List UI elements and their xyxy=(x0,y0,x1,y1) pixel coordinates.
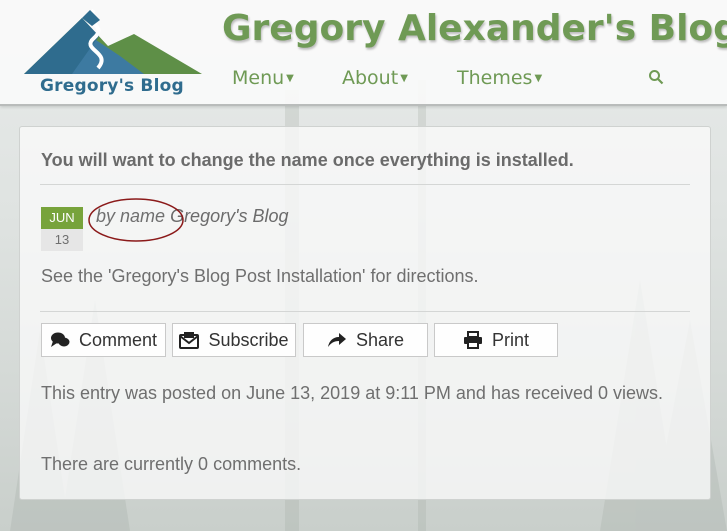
share-icon xyxy=(327,333,346,347)
date-day: 13 xyxy=(41,229,83,251)
subscribe-icon xyxy=(179,332,200,349)
comment-icon xyxy=(50,332,70,347)
comment-button[interactable]: Comment xyxy=(41,323,166,357)
print-icon xyxy=(463,331,482,349)
logo-text: Gregory's Blog xyxy=(40,76,184,96)
nav-about[interactable]: About ▼ xyxy=(342,67,408,89)
post-title[interactable]: You will want to change the name once ev… xyxy=(41,150,574,171)
divider xyxy=(40,311,690,312)
caret-down-icon: ▼ xyxy=(286,73,294,84)
blog-title[interactable]: Gregory Alexander's Blog xyxy=(222,8,727,49)
search-icon[interactable] xyxy=(648,69,664,85)
blog-post-card: You will want to change the name once ev… xyxy=(19,126,711,500)
date-month: JUN xyxy=(41,207,83,229)
caret-down-icon: ▼ xyxy=(534,73,543,84)
caret-down-icon: ▼ xyxy=(400,73,408,84)
site-header: Gregory's Blog Gregory Alexander's Blog … xyxy=(0,0,727,106)
byline-prefix: by name xyxy=(96,206,166,226)
share-button-label: Share xyxy=(355,329,405,350)
comments-count: There are currently 0 comments. xyxy=(41,454,302,474)
nav-themes[interactable]: Themes ▼ xyxy=(457,67,542,89)
comment-button-label: Comment xyxy=(78,329,158,350)
share-button[interactable]: Share xyxy=(303,323,428,357)
nav-menu-label: Menu xyxy=(232,67,285,89)
post-body: See the 'Gregory's Blog Post Installatio… xyxy=(41,266,479,286)
byline: by name Gregory's Blog xyxy=(96,206,289,227)
post-meta: This entry was posted on June 13, 2019 a… xyxy=(41,383,664,403)
nav-themes-label: Themes xyxy=(457,67,533,89)
date-badge: JUN 13 xyxy=(41,207,83,251)
print-button-label: Print xyxy=(491,329,529,350)
nav-about-label: About xyxy=(342,67,399,89)
author-link[interactable]: Gregory's Blog xyxy=(170,206,289,226)
subscribe-button-label: Subscribe xyxy=(208,329,289,350)
divider xyxy=(40,184,690,185)
subscribe-button[interactable]: Subscribe xyxy=(172,323,296,357)
print-button[interactable]: Print xyxy=(434,323,558,357)
nav-menu[interactable]: Menu ▼ xyxy=(232,67,294,89)
